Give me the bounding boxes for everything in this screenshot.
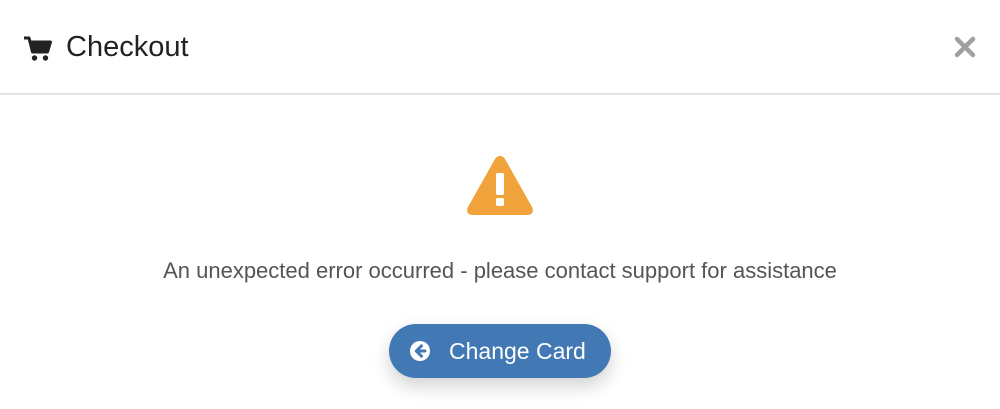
arrow-circle-left-icon — [410, 341, 430, 361]
warning-icon — [467, 156, 533, 215]
modal-title: Checkout — [66, 31, 189, 63]
change-card-button[interactable]: Change Card — [389, 324, 611, 378]
error-message: An unexpected error occurred - please co… — [163, 258, 837, 283]
shopping-cart-icon — [24, 36, 52, 61]
checkout-modal: Checkout An unexpected error occurred - … — [0, 0, 1000, 409]
modal-header: Checkout — [0, 0, 1000, 95]
close-icon[interactable] — [951, 33, 979, 61]
change-card-label: Change Card — [449, 338, 586, 364]
